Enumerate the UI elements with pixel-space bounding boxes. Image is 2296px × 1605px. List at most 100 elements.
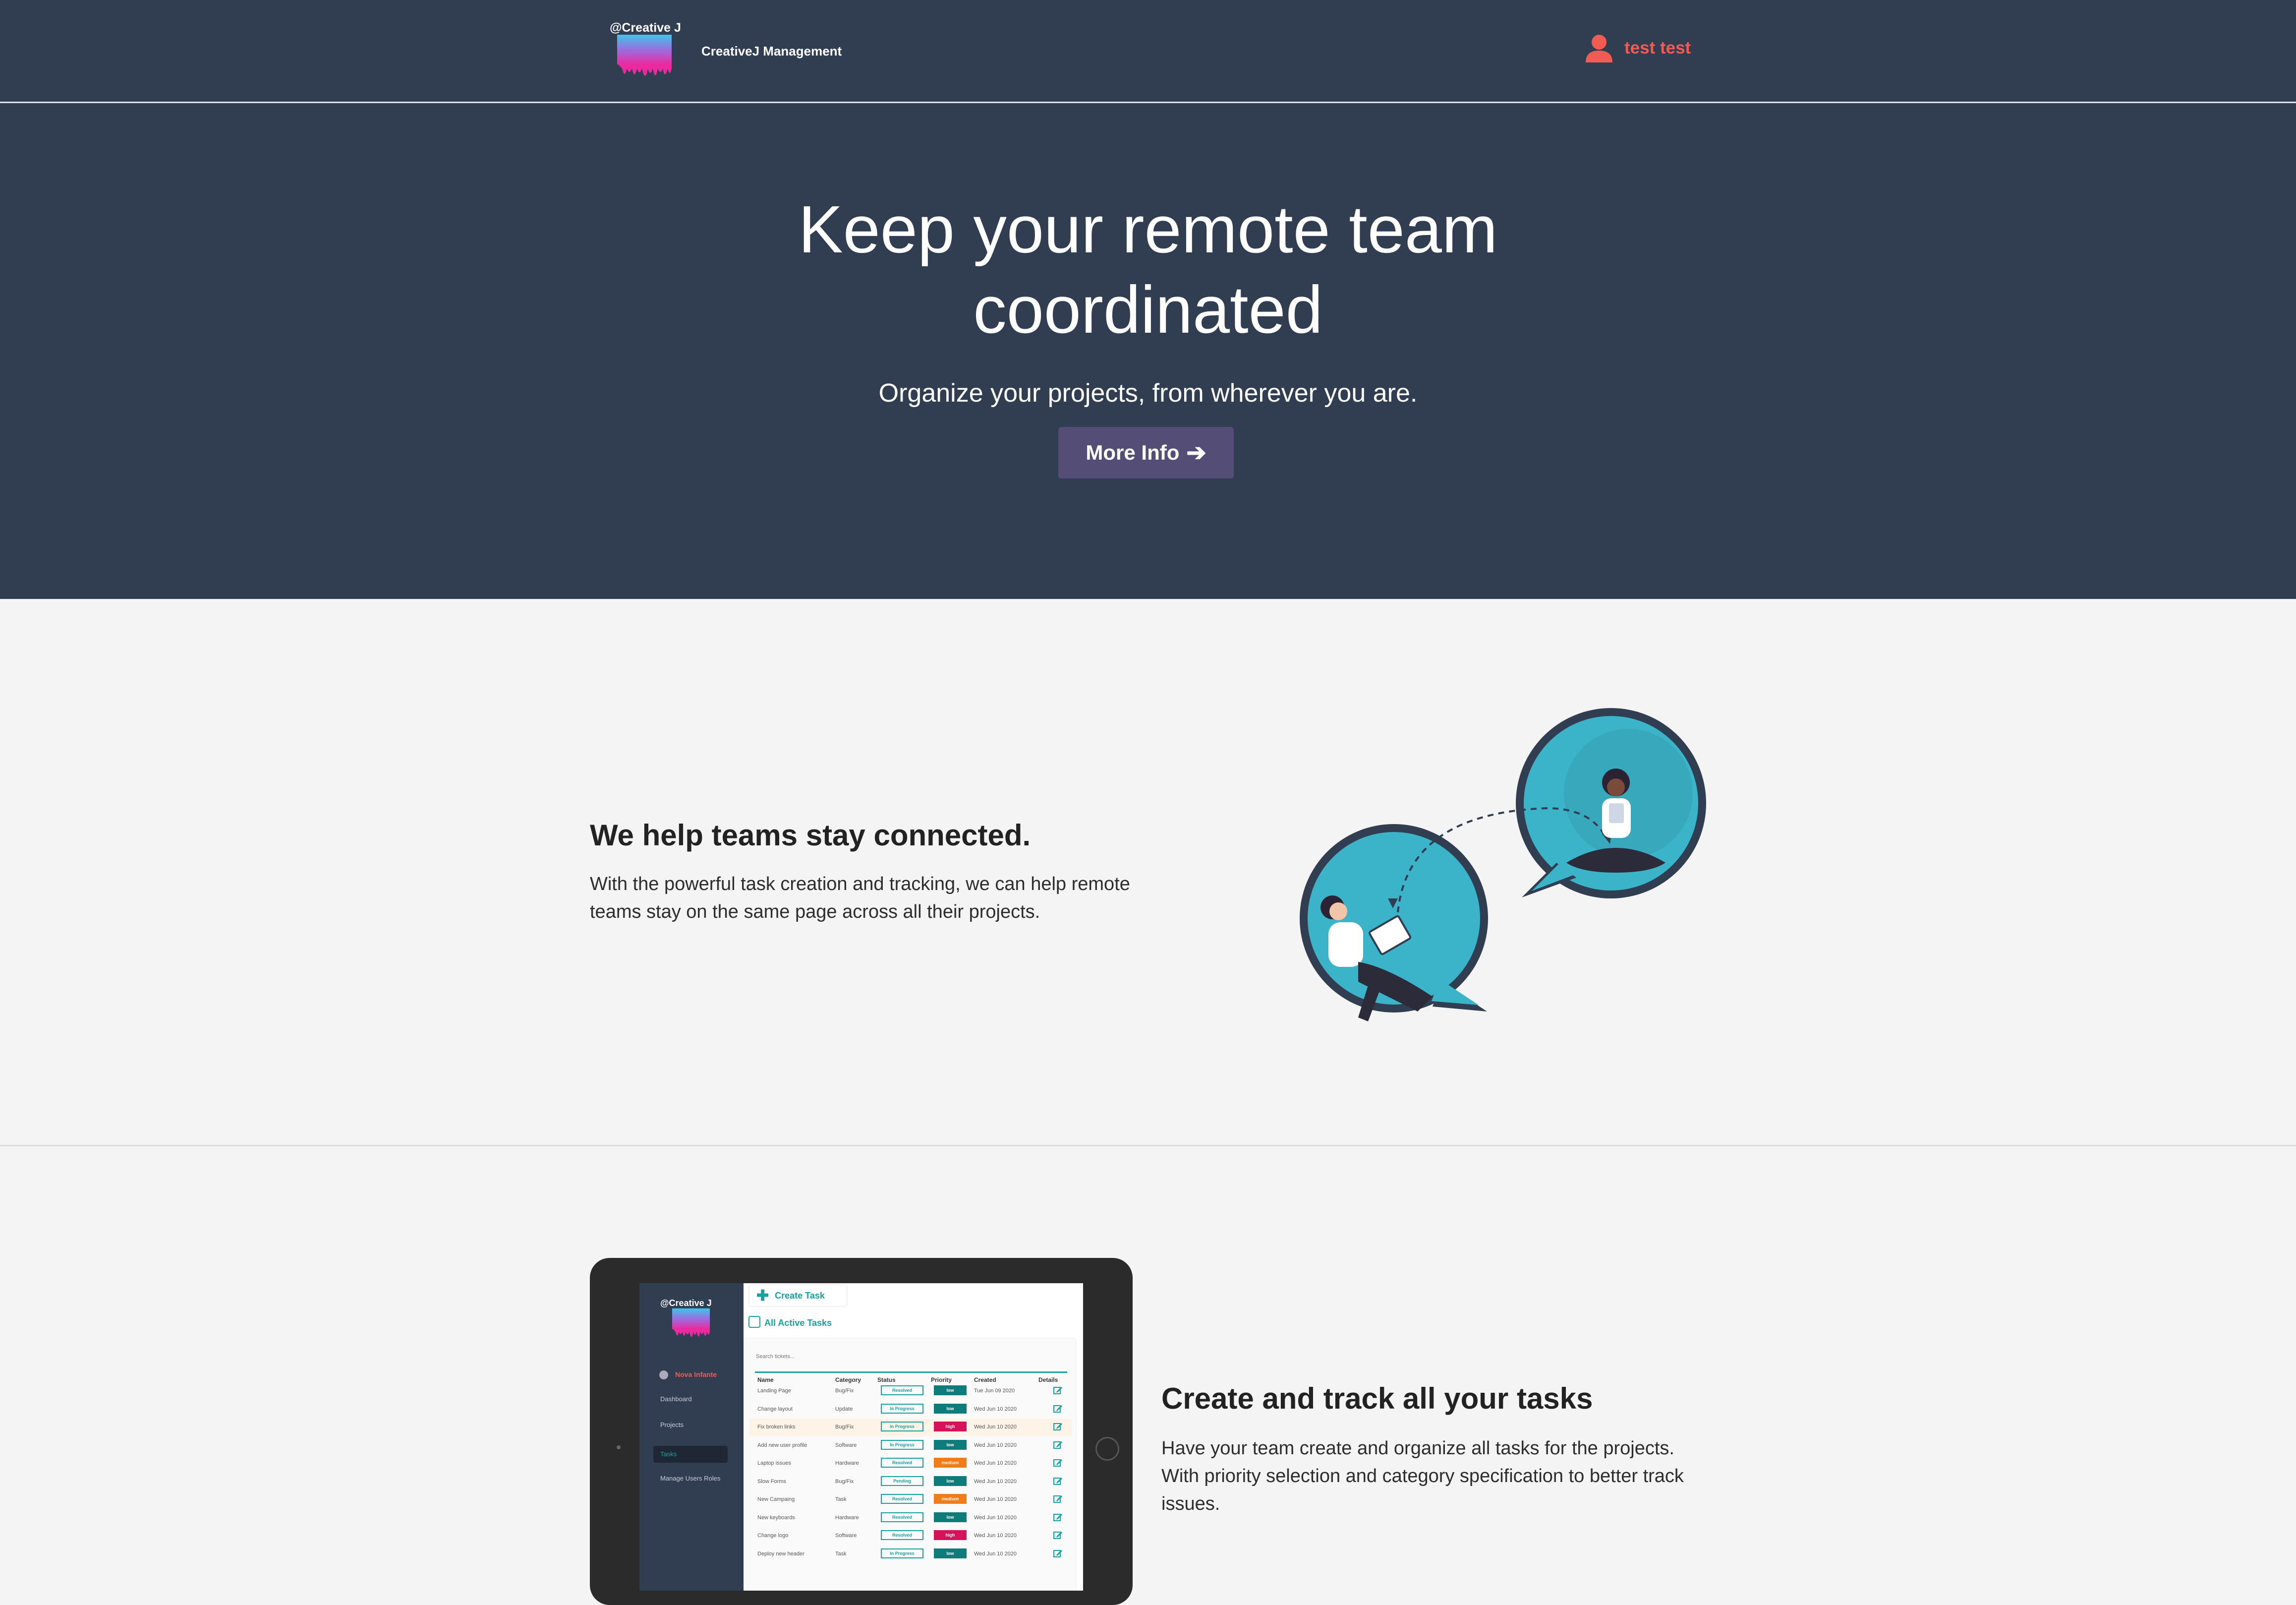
status-badge: In Progress	[881, 1548, 923, 1558]
priority-badge: low	[934, 1476, 967, 1486]
calendar-icon	[748, 1316, 760, 1328]
sidebar-item-tasks[interactable]: Tasks	[660, 1450, 677, 1458]
hero-title: Keep your remote team coordinated	[798, 192, 1498, 347]
edit-icon[interactable]	[1053, 1385, 1063, 1395]
status-badge: Resolved	[881, 1530, 923, 1540]
create-task-button[interactable]: ✚ Create Task	[749, 1285, 847, 1306]
task-created: Wed Jun 10 2020	[974, 1460, 1017, 1466]
status-badge: In Progress	[881, 1439, 923, 1450]
table-row[interactable]: Laptop issues Hardware Resolved medium Wed J…	[749, 1455, 1072, 1473]
status-badge: Resolved	[881, 1458, 923, 1468]
priority-badge: low	[934, 1512, 967, 1522]
navbar-divider	[0, 102, 2296, 103]
more-info-label: More Info	[1086, 441, 1180, 464]
status-badge: Resolved	[881, 1385, 923, 1395]
task-created: Wed Jun 10 2020	[974, 1496, 1017, 1502]
task-category: Bug/Fix	[835, 1388, 854, 1394]
table-row[interactable]: Landing Page Bug/Fix Resolved low Tue Jun 09…	[749, 1382, 1072, 1400]
task-created: Wed Jun 10 2020	[974, 1424, 1017, 1430]
task-category: Hardware	[835, 1460, 859, 1466]
logo-text: @Creative J	[660, 1298, 712, 1308]
section-tasks-text: Have your team create and organize all t…	[1161, 1438, 1684, 1514]
priority-badge: low	[934, 1385, 967, 1395]
task-category: Task	[835, 1496, 847, 1502]
status-badge: Resolved	[881, 1494, 923, 1504]
task-category: Hardware	[835, 1514, 859, 1521]
task-name: Deploy new header	[757, 1550, 804, 1557]
task-created: Wed Jun 10 2020	[974, 1550, 1017, 1557]
edit-icon[interactable]	[1053, 1458, 1063, 1468]
section-connected-text: With the powerful task creation and trac…	[590, 874, 1130, 922]
table-header-line	[755, 1371, 1067, 1373]
user-menu[interactable]: test test	[1584, 31, 1691, 65]
table-row[interactable]: Slow Forms Bug/Fix Pending low Wed Jun 10 20…	[749, 1473, 1072, 1491]
create-task-label: Create Task	[775, 1290, 825, 1301]
task-name: Slow Forms	[757, 1478, 787, 1485]
plus-icon: ✚	[756, 1287, 769, 1304]
priority-badge: high	[934, 1530, 967, 1540]
task-category: Update	[835, 1406, 853, 1412]
edit-icon[interactable]	[1053, 1422, 1063, 1431]
sidebar-user-name: Nova Infante	[675, 1370, 717, 1378]
table-row[interactable]: Deploy new header Task In Progress low Wed J…	[749, 1546, 1072, 1563]
task-created: Wed Jun 10 2020	[974, 1406, 1017, 1412]
tablet-screen: @Creative J Nova Infante Dashboard Proje…	[639, 1283, 1083, 1591]
task-category: Bug/Fix	[835, 1478, 854, 1485]
user-icon	[1586, 35, 1612, 62]
priority-badge: high	[934, 1422, 967, 1431]
edit-icon[interactable]	[1053, 1548, 1063, 1558]
sidebar-item-dashboard[interactable]: Dashboard	[660, 1395, 692, 1403]
table-row[interactable]: Fix broken links Bug/Fix In Progress high We…	[749, 1419, 1072, 1436]
sidebar-user[interactable]: Nova Infante	[659, 1370, 717, 1380]
priority-badge: low	[934, 1439, 967, 1450]
arrow-right-icon: ➔	[1186, 440, 1206, 466]
task-created: Tue Jun 09 2020	[974, 1388, 1015, 1394]
table-row[interactable]: New Campaing Task Resolved medium Wed Jun 10…	[749, 1491, 1072, 1509]
task-created: Wed Jun 10 2020	[974, 1533, 1017, 1539]
search-input[interactable]	[755, 1350, 856, 1364]
status-badge: Resolved	[881, 1512, 923, 1522]
tablet-home-button	[1095, 1437, 1119, 1461]
priority-badge: low	[934, 1548, 967, 1558]
tablet-camera	[617, 1445, 621, 1449]
remote-team-illustration	[1300, 708, 1706, 1021]
edit-icon[interactable]	[1053, 1404, 1063, 1414]
edit-icon[interactable]	[1053, 1530, 1063, 1540]
table-row[interactable]: Change layout Update In Progress low Wed Jun…	[749, 1401, 1072, 1419]
status-badge: Pending	[881, 1476, 923, 1486]
edit-icon[interactable]	[1053, 1512, 1063, 1522]
all-active-tasks-title: All Active Tasks	[764, 1318, 832, 1328]
section-tasks-title: Create and track all your tasks	[1161, 1382, 1593, 1415]
task-name: New keyboards	[757, 1514, 795, 1521]
task-category: Software	[835, 1533, 857, 1539]
task-category: Software	[835, 1442, 857, 1448]
task-created: Wed Jun 10 2020	[974, 1514, 1017, 1521]
task-name: New Campaing	[757, 1496, 795, 1502]
task-category: Task	[835, 1550, 847, 1557]
task-name: Change layout	[757, 1406, 793, 1412]
logo-text: @Creative J	[610, 21, 681, 35]
task-name: Change logo	[757, 1533, 789, 1539]
table-row[interactable]: Change logo Software Resolved high Wed Jun 1…	[749, 1527, 1072, 1545]
priority-badge: medium	[934, 1494, 967, 1504]
sidebar-item-manage-users-roles[interactable]: Manage Users Roles	[660, 1475, 720, 1482]
table-row[interactable]: New keyboards Hardware Resolved low Wed Jun …	[749, 1509, 1072, 1527]
hero-subtitle: Organize your projects, from wherever yo…	[878, 379, 1418, 408]
sidebar-item-projects[interactable]: Projects	[660, 1421, 684, 1428]
status-badge: In Progress	[881, 1403, 923, 1414]
edit-icon[interactable]	[1053, 1440, 1063, 1450]
section-divider	[0, 1145, 2296, 1146]
brand-name[interactable]: CreativeJ Management	[701, 44, 842, 59]
status-badge: In Progress	[881, 1422, 923, 1431]
task-name: Fix broken links	[757, 1424, 796, 1430]
edit-icon[interactable]	[1053, 1494, 1063, 1504]
edit-icon[interactable]	[1053, 1476, 1063, 1486]
avatar	[659, 1370, 668, 1380]
more-info-button[interactable]: More Info ➔	[1058, 427, 1234, 478]
priority-badge: low	[934, 1403, 967, 1414]
table-row[interactable]: Add new user profile Software In Progress l…	[749, 1437, 1072, 1455]
priority-badge: medium	[934, 1458, 967, 1468]
task-created: Wed Jun 10 2020	[974, 1442, 1017, 1448]
task-category: Bug/Fix	[835, 1424, 854, 1430]
section-connected-title: We help teams stay connected.	[590, 819, 1031, 852]
